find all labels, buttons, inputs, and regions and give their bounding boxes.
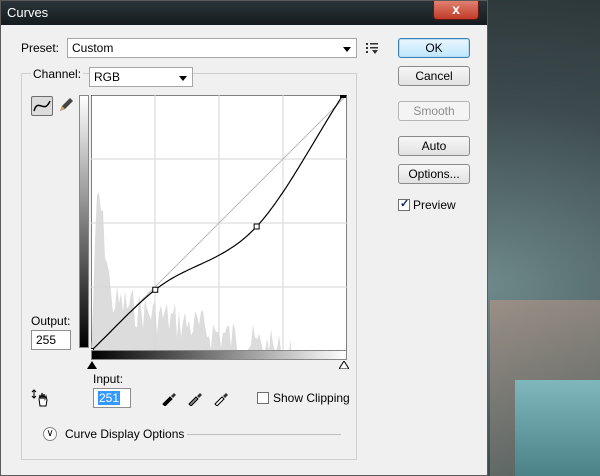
black-eyedropper-icon[interactable]: [161, 390, 177, 406]
smooth-button[interactable]: Smooth: [398, 101, 470, 121]
curves-graph[interactable]: [91, 95, 347, 351]
output-gradient-bar: [79, 95, 89, 348]
divider: [187, 434, 341, 435]
curve-control-point[interactable]: [339, 95, 346, 98]
white-point-slider[interactable]: [339, 361, 349, 369]
preset-dropdown[interactable]: Custom: [67, 38, 357, 58]
input-field[interactable]: 251: [93, 388, 131, 408]
show-clipping-checkbox[interactable]: [257, 392, 269, 404]
pencil-icon[interactable]: [57, 96, 75, 114]
preset-options-icon[interactable]: [365, 41, 379, 55]
show-clipping-label: Show Clipping: [273, 391, 350, 405]
output-value: 255: [36, 333, 57, 347]
black-point-slider[interactable]: [87, 361, 97, 369]
preset-value: Custom: [72, 41, 114, 55]
checkmark-icon: ✓: [400, 198, 410, 210]
curve-control-point[interactable]: [152, 286, 159, 293]
preview-checkbox[interactable]: ✓: [398, 198, 410, 211]
ok-button[interactable]: OK: [398, 38, 470, 58]
curve-point-tool[interactable]: [31, 96, 53, 116]
chevron-down-icon: [343, 47, 351, 52]
channel-label: Channel:: [33, 67, 82, 81]
curves-dialog: Curves x Preset: Custom Channel: RGB Out…: [0, 0, 488, 476]
channel-row: Channel:: [31, 67, 84, 81]
gray-eyedropper-icon[interactable]: [187, 390, 203, 406]
output-field[interactable]: 255: [31, 330, 71, 350]
curve-point-icon: [33, 100, 51, 112]
title-bar[interactable]: Curves x: [1, 1, 487, 25]
input-value: 251: [98, 391, 121, 405]
preset-label: Preset:: [21, 41, 60, 55]
channel-value: RGB: [94, 70, 121, 84]
white-eyedropper-icon[interactable]: [213, 390, 229, 406]
options-button[interactable]: Options...: [398, 164, 470, 184]
curve-control-point[interactable]: [253, 223, 260, 230]
chevron-down-icon: [179, 76, 187, 81]
input-gradient-bar: [91, 350, 347, 360]
background-dress: [515, 380, 600, 476]
cancel-button[interactable]: Cancel: [398, 66, 470, 86]
input-label: Input:: [93, 372, 124, 386]
window-title: Curves: [7, 5, 49, 20]
channel-dropdown[interactable]: RGB: [89, 67, 193, 87]
curve-display-options-label[interactable]: Curve Display Options: [65, 427, 184, 441]
target-adjust-icon[interactable]: [31, 388, 53, 408]
preview-label: Preview: [413, 198, 456, 212]
auto-button[interactable]: Auto: [398, 136, 470, 156]
close-button[interactable]: x: [433, 1, 479, 20]
output-label: Output:: [31, 314, 71, 328]
chevron-down-icon[interactable]: ∨: [43, 427, 57, 441]
